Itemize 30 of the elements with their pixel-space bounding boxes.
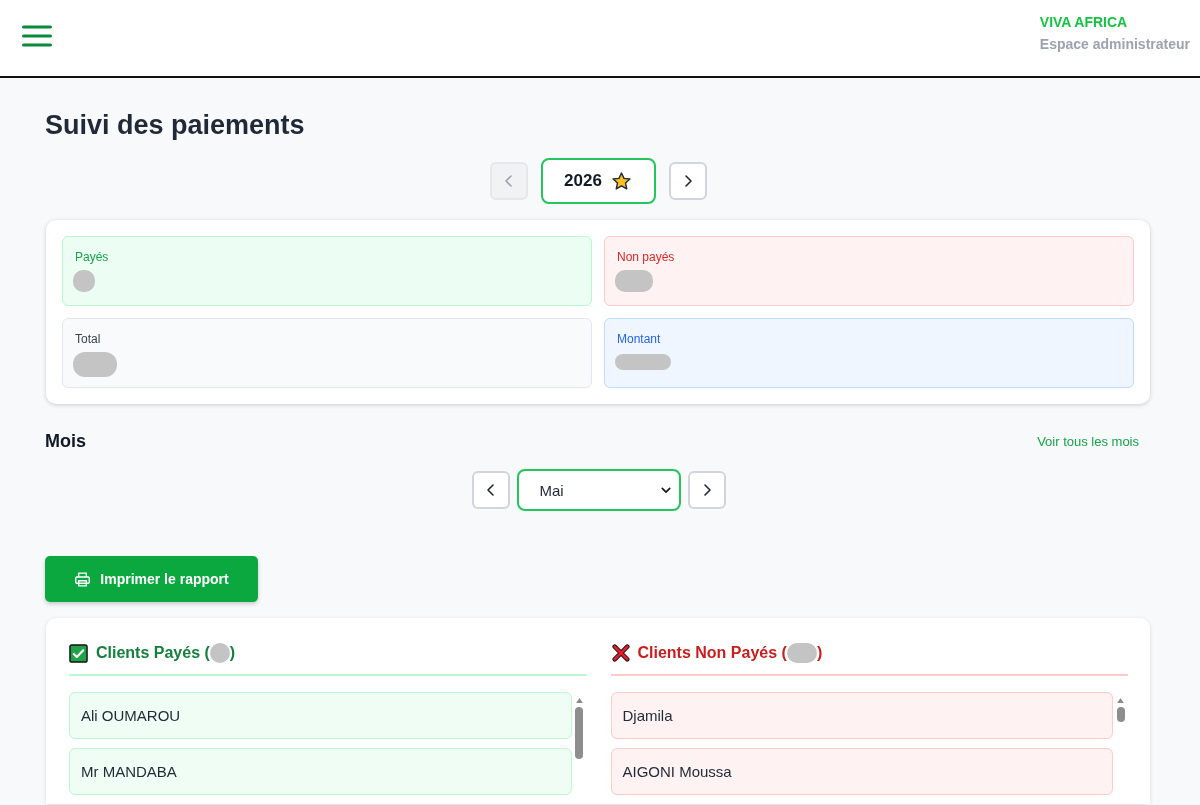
stat-label: Payés: [75, 250, 110, 264]
year-display: 2026: [540, 158, 656, 204]
stat-label: Montant: [617, 332, 662, 346]
checkbox-tick-icon: [69, 643, 88, 663]
client-item[interactable]: Mr MANDABA: [69, 748, 572, 795]
next-month-button[interactable]: [687, 471, 726, 509]
caret-icon: [660, 486, 671, 494]
month-select[interactable]: Mai: [516, 469, 681, 511]
cross-icon: [611, 644, 630, 662]
scroll-up-arrow-icon[interactable]: [1117, 698, 1124, 703]
stat-label: Non payés: [617, 250, 676, 264]
page-title: Suivi des paiements: [45, 109, 306, 142]
list-title-end: ): [229, 644, 236, 662]
menu-icon[interactable]: [22, 25, 52, 47]
client-item[interactable]: AIGONI Moussa: [610, 748, 1113, 795]
scrollbar-thumb[interactable]: [575, 707, 583, 759]
scrollbar-thumb[interactable]: [1116, 707, 1125, 722]
list-title-end: ): [816, 644, 823, 662]
previous-month-button[interactable]: [471, 471, 510, 509]
list-title: Clients Payés (: [96, 644, 210, 662]
client-item[interactable]: Djamila: [610, 692, 1113, 739]
admin-subtitle: Espace administrateur: [1039, 36, 1190, 53]
next-year-button[interactable]: [668, 162, 707, 200]
list-title: Clients Non Payés (: [637, 644, 787, 662]
client-item[interactable]: Ali OUMAROU: [69, 692, 572, 739]
brand-name: VIVA AFRICA: [1039, 14, 1128, 31]
section-title: Mois: [45, 430, 86, 452]
stat-label: Total: [75, 332, 102, 346]
scroll-up-arrow-icon[interactable]: [575, 698, 583, 703]
printer-icon: [74, 570, 92, 588]
